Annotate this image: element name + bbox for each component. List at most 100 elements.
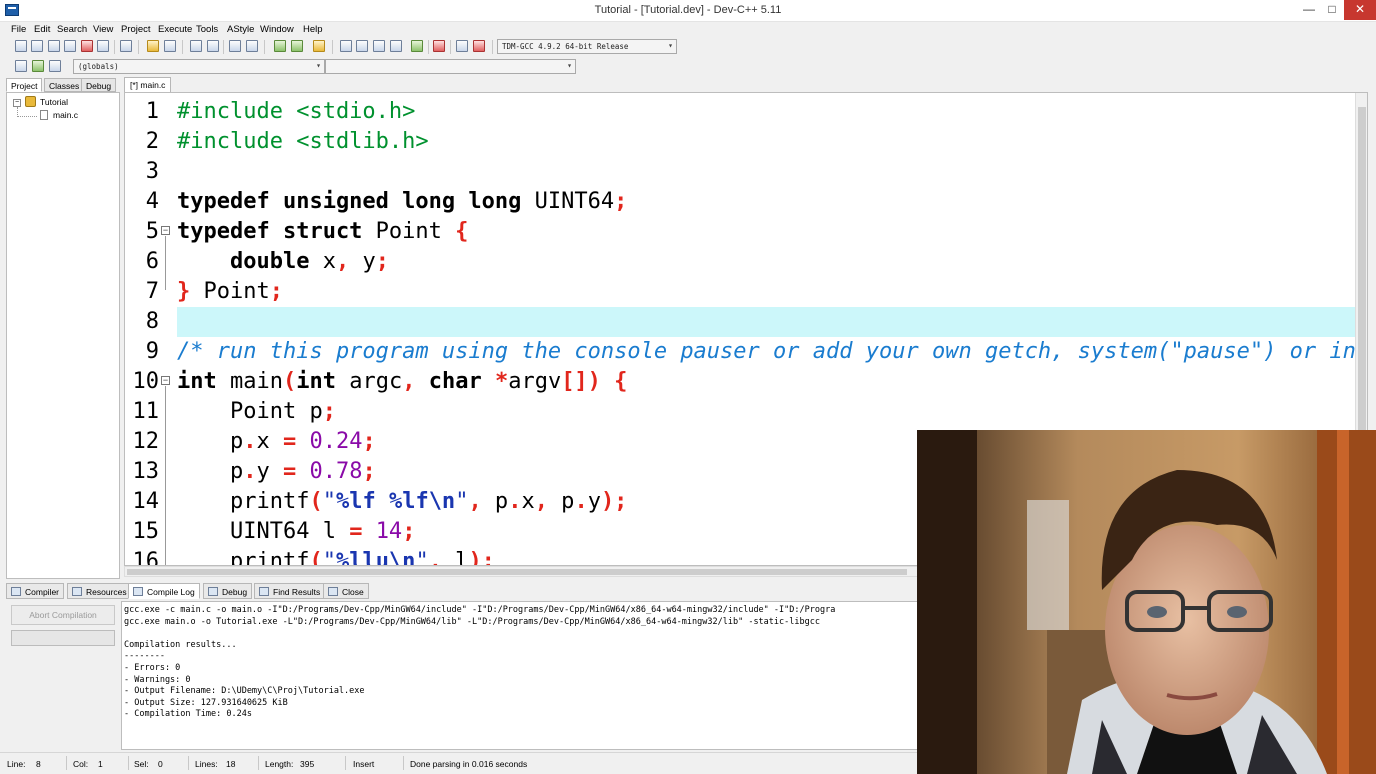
status-col-label: Col: — [73, 759, 89, 769]
indent-icon[interactable] — [229, 40, 241, 52]
title-bar: Tutorial - [Tutorial.dev] - Dev-C++ 5.11… — [0, 0, 1376, 22]
fold-marker-icon[interactable]: − — [161, 376, 170, 385]
find-icon[interactable] — [190, 40, 202, 52]
line-number: 6 — [145, 249, 159, 274]
tab-project[interactable]: Project — [6, 78, 43, 92]
window-title: Tutorial - [Tutorial.dev] - Dev-C++ 5.11 — [594, 4, 782, 16]
tab-debug[interactable]: Debug — [81, 78, 117, 92]
code-line: printf("%lf %lf\n", p.x, p.y); — [177, 489, 628, 514]
tab-debug-label: Debug — [222, 587, 248, 597]
line-number: 3 — [145, 159, 159, 184]
status-col-value: 1 — [98, 759, 103, 769]
tab-find-results[interactable]: Find Results — [254, 583, 326, 599]
save-icon[interactable] — [48, 40, 60, 52]
tab-find-results-label: Find Results — [273, 587, 321, 597]
chevron-down-icon: ▾ — [567, 61, 572, 70]
status-insert-mode: Insert — [353, 759, 375, 769]
goto-icon[interactable] — [274, 40, 286, 52]
status-line-label: Line: — [7, 759, 26, 769]
menu-execute[interactable]: Execute — [158, 24, 192, 35]
scope-select[interactable]: (globals) ▾ — [73, 59, 325, 74]
tab-classes[interactable]: Classes — [44, 78, 85, 92]
debug-icon[interactable] — [473, 40, 485, 52]
tab-resources[interactable]: Resources — [67, 583, 132, 599]
save-all-icon[interactable] — [64, 40, 76, 52]
line-number: 5 — [145, 219, 159, 244]
menu-window[interactable]: Window — [260, 24, 294, 35]
menu-bar: File Edit Search View Project Execute To… — [0, 22, 1376, 37]
tab-debug-output[interactable]: Debug — [203, 583, 253, 599]
scope-select-value: (globals) — [78, 62, 119, 71]
line-number: 4 — [145, 189, 159, 214]
menu-astyle[interactable]: AStyle — [227, 24, 254, 35]
status-lines-label: Lines: — [195, 759, 218, 769]
code-line: } Point; — [177, 279, 283, 304]
print-icon[interactable] — [120, 40, 132, 52]
tree-node-project[interactable]: Tutorial — [40, 97, 68, 107]
menu-tools[interactable]: Tools — [196, 24, 218, 35]
editor-tab-main-c[interactable]: [*] main.c — [124, 77, 172, 92]
fold-line — [165, 236, 166, 290]
tab-compile-log[interactable]: Compile Log — [128, 583, 200, 599]
code-line: printf("%llu\n", l); — [177, 549, 495, 566]
close-file-icon[interactable] — [81, 40, 93, 52]
abort-compilation-button[interactable]: Abort Compilation — [11, 605, 115, 625]
rebuild-icon[interactable] — [390, 40, 402, 52]
compiler-select[interactable]: TDM-GCC 4.9.2 64-bit Release ▾ — [497, 39, 677, 54]
menu-project[interactable]: Project — [121, 24, 151, 35]
tab-compiler-label: Compiler — [25, 587, 60, 597]
menu-file[interactable]: File — [11, 24, 26, 35]
stop-icon[interactable] — [433, 40, 445, 52]
tab-close[interactable]: Close — [323, 583, 369, 599]
project-icon — [25, 96, 36, 107]
status-line-value: 8 — [36, 759, 41, 769]
collapse-icon[interactable]: − — [13, 99, 21, 107]
status-length-value: 395 — [300, 759, 315, 769]
code-line: UINT64 l = 14; — [177, 519, 416, 544]
menu-help[interactable]: Help — [303, 24, 323, 35]
tab-compiler[interactable]: Compiler — [6, 583, 65, 599]
compile-icon[interactable] — [340, 40, 352, 52]
unindent-icon[interactable] — [246, 40, 258, 52]
undo-icon[interactable] — [147, 40, 159, 52]
symbol-select[interactable]: ▾ — [325, 59, 576, 74]
menu-edit[interactable]: Edit — [34, 24, 50, 35]
resources-icon — [72, 587, 82, 596]
tree-node-file[interactable]: main.c — [53, 110, 78, 120]
code-line: double x, y; — [229, 249, 389, 274]
project-icon[interactable] — [313, 40, 325, 52]
code-line: p.y = 0.78; — [177, 459, 376, 484]
code-line: /* run this program using the console pa… — [177, 339, 1367, 364]
menu-view[interactable]: View — [93, 24, 113, 35]
minimize-button[interactable]: — — [1296, 0, 1322, 20]
insert-icon[interactable] — [15, 60, 27, 72]
code-line: #include <stdio.h> — [177, 99, 416, 124]
goto-bookmark-icon[interactable] — [49, 60, 61, 72]
fold-marker-icon[interactable]: − — [161, 226, 170, 235]
close-panel-icon — [328, 587, 338, 596]
toggle-bookmark-icon[interactable] — [32, 60, 44, 72]
open-file-icon[interactable] — [31, 40, 43, 52]
project-tree: − Tutorial main.c — [6, 92, 120, 579]
maximize-button[interactable]: □ — [1322, 0, 1342, 20]
new-file-icon[interactable] — [15, 40, 27, 52]
close-all-icon[interactable] — [97, 40, 109, 52]
code-line: #include <stdlib.h> — [177, 129, 429, 154]
back-icon[interactable] — [291, 40, 303, 52]
webcam-presenter-image — [917, 430, 1376, 774]
line-number: 2 — [145, 129, 159, 154]
run-icon[interactable] — [356, 40, 368, 52]
line-number: 12 — [132, 429, 160, 454]
compile-run-icon[interactable] — [373, 40, 385, 52]
line-number: 15 — [132, 519, 160, 544]
replace-icon[interactable] — [207, 40, 219, 52]
chart-icon[interactable] — [456, 40, 468, 52]
line-number: 8 — [145, 309, 159, 334]
redo-icon[interactable] — [164, 40, 176, 52]
status-sel-value: 0 — [158, 759, 163, 769]
status-sel-label: Sel: — [134, 759, 149, 769]
close-button[interactable]: ✕ — [1344, 0, 1376, 20]
syntax-check-icon[interactable] — [411, 40, 423, 52]
line-number: 7 — [145, 279, 159, 304]
menu-search[interactable]: Search — [57, 24, 87, 35]
